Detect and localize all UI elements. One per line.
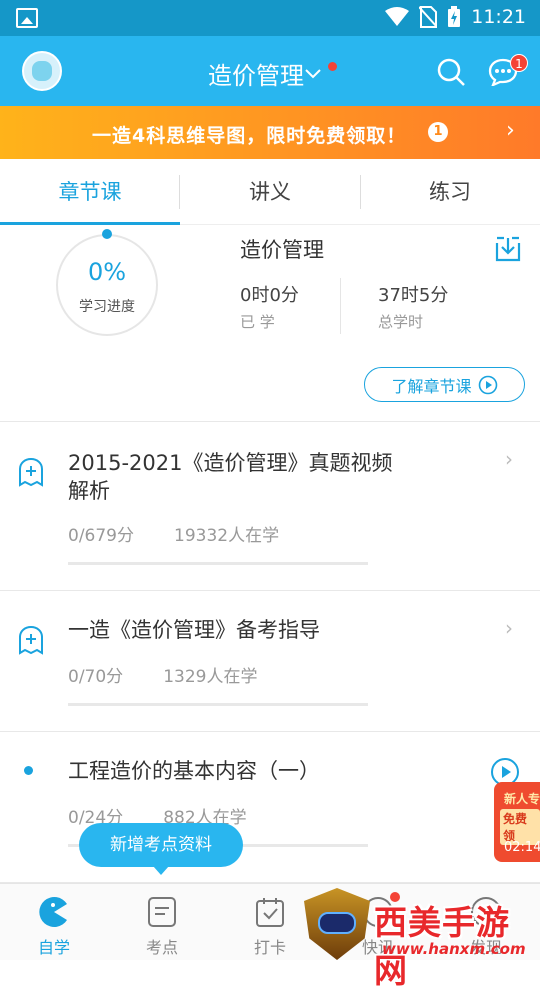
app-header: 造价管理 1 xyxy=(0,36,540,106)
nav-label: 考点 xyxy=(145,938,178,957)
current-indicator xyxy=(24,766,33,775)
status-bar: 11:21 xyxy=(0,0,540,36)
nav-self-study[interactable]: 自学 xyxy=(0,884,108,961)
site-watermark: 西美手游网 www.hanxm.com xyxy=(304,888,540,990)
learned-stat: 0时0分 已 学 xyxy=(240,281,299,332)
list-item[interactable]: 工程造价的基本内容（一） 0/24分 882人在学 xyxy=(0,733,540,883)
chevron-down-icon xyxy=(305,68,321,78)
status-icons: 11:21 xyxy=(385,6,526,28)
learn-button-label: 了解章节课 xyxy=(391,376,472,396)
new-materials-tip[interactable]: 新增考点资料 xyxy=(79,823,243,875)
page-title: 造价管理 xyxy=(208,62,304,90)
item-meta: 0/70分 1329人在学 xyxy=(68,662,257,687)
gallery-icon xyxy=(16,8,38,28)
calendar-check-icon xyxy=(256,898,284,927)
item-title: 工程造价的基本内容（一） xyxy=(68,759,320,783)
progress-percent: 0% xyxy=(87,258,127,286)
promo-banner[interactable]: 一造4科思维导图，限时免费领取！ 1 › xyxy=(0,106,540,159)
list-item[interactable]: 一造《造价管理》备考指导 0/70分 1329人在学 › xyxy=(0,592,540,732)
learned-value: 0时0分 xyxy=(240,285,299,306)
tab-lecture-notes[interactable]: 讲义 xyxy=(180,159,360,225)
item-title: 2015-2021《造价管理》真题视频解析 xyxy=(68,451,393,503)
stat-divider xyxy=(340,278,341,334)
progress-card: 0% 学习进度 造价管理 0时0分 已 学 37时5分 总学时 了解章节课 xyxy=(0,226,540,422)
wifi-icon xyxy=(385,7,410,26)
item-title: 一造《造价管理》备考指导 xyxy=(68,618,320,642)
status-time: 11:21 xyxy=(471,6,526,28)
nav-label: 自学 xyxy=(37,938,70,957)
total-stat: 37时5分 总学时 xyxy=(378,281,448,332)
course-title: 造价管理 xyxy=(240,238,324,262)
ghost-add-icon xyxy=(19,457,43,487)
battery-charging-icon xyxy=(448,6,461,27)
chevron-right-icon: › xyxy=(505,616,513,640)
banner-text: 一造4科思维导图，限时免费领取！ xyxy=(92,125,407,147)
nav-key-points[interactable]: 考点 xyxy=(108,884,216,961)
promo-line1: 新人专 xyxy=(504,792,540,806)
promo-timer: 02:14 xyxy=(504,840,540,855)
total-label: 总学时 xyxy=(378,313,424,331)
learn-chapter-course-button[interactable]: 了解章节课 xyxy=(364,367,525,402)
list-item[interactable]: 2015-2021《造价管理》真题视频解析 0/679分 19332人在学 › xyxy=(0,423,540,591)
tab-chapter-course[interactable]: 章节课 xyxy=(0,159,180,225)
ghost-add-icon xyxy=(19,625,43,655)
item-learners: 1329人在学 xyxy=(163,667,258,687)
play-circle-icon xyxy=(478,375,497,394)
item-score: 0/70分 xyxy=(68,667,124,687)
item-meta: 0/679分 19332人在学 xyxy=(68,521,279,546)
progress-label: 学习进度 xyxy=(79,299,135,315)
tab-practice[interactable]: 练习 xyxy=(360,159,540,225)
item-progress-bar xyxy=(68,703,368,706)
banner-badge: 1 xyxy=(428,122,448,142)
item-progress-bar xyxy=(68,562,368,565)
document-icon xyxy=(148,897,176,927)
gamepad-icon xyxy=(318,912,356,934)
tab-bar: 章节课 讲义 练习 xyxy=(0,159,540,225)
download-icon[interactable] xyxy=(494,235,522,263)
item-learners: 19332人在学 xyxy=(174,526,280,546)
message-badge: 1 xyxy=(510,54,528,72)
course-selector[interactable]: 造价管理 xyxy=(208,56,337,91)
chevron-right-icon: › xyxy=(506,118,515,143)
item-score: 0/679分 xyxy=(68,526,134,546)
newcomer-promo[interactable]: 新人专 免费领 02:14 xyxy=(494,782,540,862)
total-value: 37时5分 xyxy=(378,285,449,306)
avatar[interactable] xyxy=(22,51,62,91)
watermark-url: www.hanxm.com xyxy=(382,940,526,958)
no-sim-icon xyxy=(419,6,438,28)
notification-dot xyxy=(328,62,337,71)
learned-label: 已 学 xyxy=(240,313,275,331)
progress-marker xyxy=(102,229,112,239)
pacman-icon xyxy=(39,897,67,927)
search-icon[interactable] xyxy=(437,58,465,86)
progress-ring: 0% 学习进度 xyxy=(56,229,158,336)
chevron-right-icon: › xyxy=(505,447,513,471)
